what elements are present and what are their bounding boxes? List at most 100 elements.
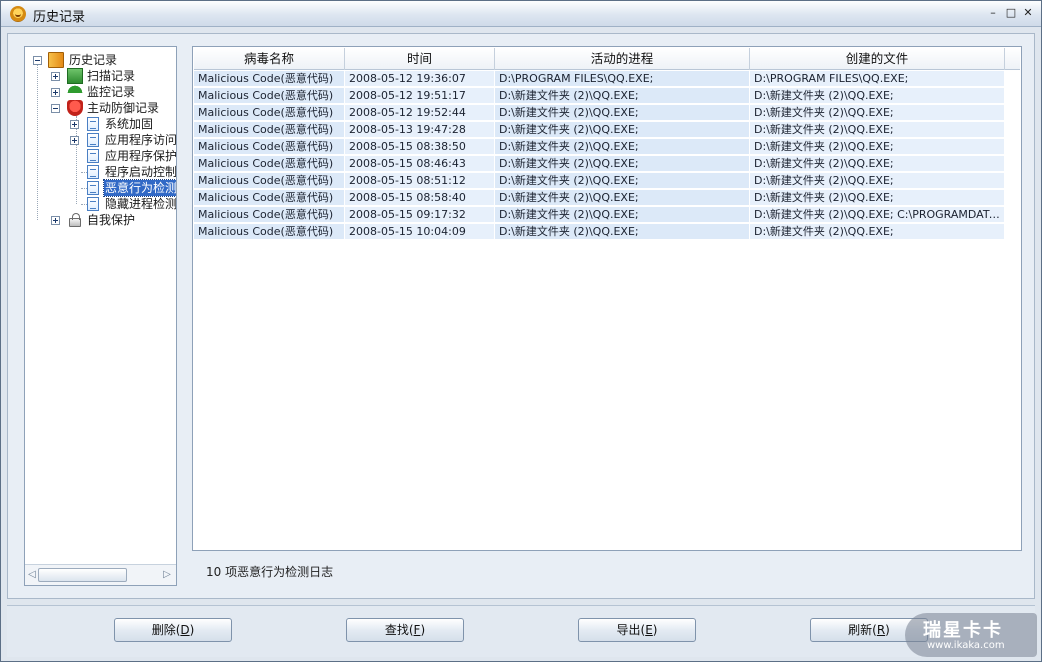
column-header-active-process[interactable]: 活动的进程 — [495, 48, 750, 70]
cell-virus-name: Malicious Code(恶意代码) — [194, 190, 344, 206]
cell-created-file: D:\PROGRAM FILES\QQ.EXE; — [750, 71, 1004, 87]
status-text: 10 项恶意行为检测日志 — [206, 565, 334, 579]
history-tree-panel: 历史记录 扫描记录 监控记录 主动防御记录 系统加固 应用程序访问 应用程序保护… — [24, 46, 177, 586]
tree-item-label: 应用程序保护 — [105, 149, 177, 163]
collapse-toggle-icon[interactable] — [33, 56, 42, 65]
title-bar[interactable]: 历史记录 – □ ✕ — [1, 1, 1041, 27]
cell-active-process: D:\新建文件夹 (2)\QQ.EXE; — [495, 190, 749, 206]
table-row[interactable]: Malicious Code(恶意代码) 2008-05-15 08:38:50 D… — [194, 139, 1005, 156]
cell-time: 2008-05-15 10:04:09 — [345, 224, 494, 240]
scroll-right-arrow-icon[interactable]: ▷ — [161, 569, 173, 581]
column-header-created-file[interactable]: 创建的文件 — [750, 48, 1005, 70]
tree-item-monitor-records[interactable]: 监控记录 — [29, 84, 175, 100]
tree-item-root[interactable]: 历史记录 — [29, 52, 175, 68]
table-row[interactable]: Malicious Code(恶意代码) 2008-05-12 19:52:44 D… — [194, 105, 1005, 122]
tree-item-label: 历史记录 — [69, 53, 118, 67]
tree-item-hidden-process[interactable]: 隐藏进程检测 — [29, 196, 177, 212]
table-row[interactable]: Malicious Code(恶意代码) 2008-05-15 09:17:32 D… — [194, 207, 1005, 224]
button-label-end: ) — [420, 623, 426, 637]
table-row[interactable]: Malicious Code(恶意代码) 2008-05-12 19:51:17 D… — [194, 88, 1005, 105]
accelerator-key: E — [645, 623, 653, 637]
expand-toggle-icon[interactable] — [51, 88, 60, 97]
cell-time: 2008-05-15 08:46:43 — [345, 156, 494, 172]
column-header-time[interactable]: 时间 — [345, 48, 495, 70]
main-content: 历史记录 扫描记录 监控记录 主动防御记录 系统加固 应用程序访问 应用程序保护… — [7, 33, 1035, 599]
document-icon — [87, 165, 99, 179]
collapse-toggle-icon[interactable] — [51, 104, 60, 113]
tree-item-startup-control[interactable]: 程序启动控制 — [29, 164, 177, 180]
cell-active-process: D:\新建文件夹 (2)\QQ.EXE; — [495, 105, 749, 121]
tree-item-active-defense[interactable]: 主动防御记录 — [29, 100, 175, 116]
table-row[interactable]: Malicious Code(恶意代码) 2008-05-13 19:47:28 D… — [194, 122, 1005, 139]
tree-item-scan-records[interactable]: 扫描记录 — [29, 68, 175, 84]
find-button[interactable]: 查找(F) — [346, 618, 464, 642]
tree-horizontal-scrollbar[interactable]: ◁ ▷ — [25, 564, 176, 585]
button-label-end: ) — [652, 623, 658, 637]
expand-toggle-icon[interactable] — [70, 136, 79, 145]
cell-time: 2008-05-15 08:38:50 — [345, 139, 494, 155]
export-button[interactable]: 导出(E) — [578, 618, 696, 642]
cell-created-file: D:\新建文件夹 (2)\QQ.EXE; — [750, 173, 1004, 189]
cell-active-process: D:\新建文件夹 (2)\QQ.EXE; — [495, 139, 749, 155]
tree-item-label: 隐藏进程检测 — [105, 197, 177, 211]
scrollbar-thumb[interactable] — [38, 568, 127, 582]
cell-virus-name: Malicious Code(恶意代码) — [194, 207, 344, 223]
document-icon — [87, 133, 99, 147]
maximize-button[interactable]: □ — [1002, 5, 1020, 21]
table-row[interactable]: Malicious Code(恶意代码) 2008-05-15 08:51:12 D… — [194, 173, 1005, 190]
expand-toggle-icon[interactable] — [51, 216, 60, 225]
tree-item-app-protection[interactable]: 应用程序保护 — [29, 148, 177, 164]
accelerator-key: D — [180, 623, 190, 637]
tree-item-malicious-behavior[interactable]: 恶意行为检测 — [29, 179, 177, 197]
cell-created-file: D:\新建文件夹 (2)\QQ.EXE; — [750, 224, 1004, 240]
cell-active-process: D:\新建文件夹 (2)\QQ.EXE; — [495, 122, 749, 138]
tree-item-label: 监控记录 — [87, 85, 136, 99]
tree-item-label: 自我保护 — [87, 213, 136, 227]
history-window: 历史记录 – □ ✕ 历史记录 扫描记录 监控记录 主动防御记录 系统加固 应用… — [0, 0, 1042, 662]
history-tree: 历史记录 扫描记录 监控记录 主动防御记录 系统加固 应用程序访问 应用程序保护… — [25, 47, 176, 562]
cell-created-file: D:\新建文件夹 (2)\QQ.EXE; — [750, 156, 1004, 172]
cell-active-process: D:\新建文件夹 (2)\QQ.EXE; — [495, 224, 749, 240]
column-header-virus-name[interactable]: 病毒名称 — [194, 48, 345, 70]
watermark-url: www.ikaka.com — [927, 640, 1005, 651]
table-header: 病毒名称 时间 活动的进程 创建的文件 — [194, 48, 1020, 70]
button-bar: 删除(D) 查找(F) 导出(E) 刷新(R) — [7, 605, 1035, 657]
close-button[interactable]: ✕ — [1019, 5, 1037, 21]
button-label: 导出( — [616, 623, 646, 637]
watermark-title: 瑞星卡卡 — [923, 620, 1003, 641]
table-row[interactable]: Malicious Code(恶意代码) 2008-05-15 08:46:43 D… — [194, 156, 1005, 173]
table-row[interactable]: Malicious Code(恶意代码) 2008-05-15 10:04:09 D… — [194, 224, 1005, 241]
cell-created-file: D:\新建文件夹 (2)\QQ.EXE; — [750, 88, 1004, 104]
document-icon — [87, 181, 99, 195]
log-table-panel: 病毒名称 时间 活动的进程 创建的文件 Malicious Code(恶意代码)… — [192, 46, 1022, 551]
tree-item-system-hardening[interactable]: 系统加固 — [29, 116, 175, 132]
cell-time: 2008-05-12 19:36:07 — [345, 71, 494, 87]
shield-icon — [67, 100, 83, 116]
tree-item-app-access[interactable]: 应用程序访问 — [29, 132, 176, 148]
cell-active-process: D:\PROGRAM FILES\QQ.EXE; — [495, 71, 749, 87]
cell-virus-name: Malicious Code(恶意代码) — [194, 173, 344, 189]
cell-active-process: D:\新建文件夹 (2)\QQ.EXE; — [495, 88, 749, 104]
table-row[interactable]: Malicious Code(恶意代码) 2008-05-12 19:36:07 D… — [194, 71, 1005, 88]
button-label: 刷新( — [848, 623, 877, 637]
table-row[interactable]: Malicious Code(恶意代码) 2008-05-15 08:58:40 D… — [194, 190, 1005, 207]
cell-created-file: D:\新建文件夹 (2)\QQ.EXE; C:\PROGRAMDATA\... — [750, 207, 1004, 223]
tree-item-self-protection[interactable]: 自我保护 — [29, 212, 175, 228]
scroll-left-arrow-icon[interactable]: ◁ — [26, 569, 38, 581]
rising-lion-icon — [10, 6, 26, 22]
cell-time: 2008-05-13 19:47:28 — [345, 122, 494, 138]
cell-virus-name: Malicious Code(恶意代码) — [194, 139, 344, 155]
cell-time: 2008-05-12 19:52:44 — [345, 105, 494, 121]
minimize-button[interactable]: – — [984, 5, 1002, 21]
cell-created-file: D:\新建文件夹 (2)\QQ.EXE; — [750, 139, 1004, 155]
delete-button[interactable]: 删除(D) — [114, 618, 232, 642]
accelerator-key: R — [876, 623, 886, 637]
expand-toggle-icon[interactable] — [70, 120, 79, 129]
cell-virus-name: Malicious Code(恶意代码) — [194, 156, 344, 172]
cell-created-file: D:\新建文件夹 (2)\QQ.EXE; — [750, 190, 1004, 206]
tree-item-label: 主动防御记录 — [87, 101, 160, 115]
expand-toggle-icon[interactable] — [51, 72, 60, 81]
cell-active-process: D:\新建文件夹 (2)\QQ.EXE; — [495, 156, 749, 172]
tree-item-label: 程序启动控制 — [105, 165, 177, 179]
tree-item-label: 恶意行为检测 — [102, 179, 177, 197]
